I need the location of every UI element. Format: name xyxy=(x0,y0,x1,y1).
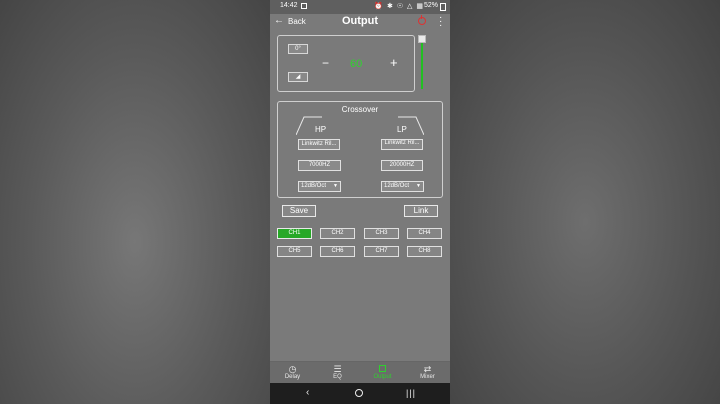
app-header: ← Back Output · · · xyxy=(270,13,450,32)
volume-slider-track[interactable] xyxy=(421,42,423,89)
chevron-down-icon: ▼ xyxy=(416,183,421,189)
bottom-navigation: ◷ Delay ☰ EQ Output ⇄ Mixer xyxy=(270,361,450,384)
lp-frequency-field[interactable]: 20000HZ xyxy=(381,160,423,171)
speaker-icon: ◢ xyxy=(295,74,301,80)
status-bar: 14:42 ⏰ ✱ ☉ △ ▦ 52% xyxy=(270,0,450,14)
channel-button-ch4[interactable]: CH4 xyxy=(407,228,442,239)
system-home-icon[interactable] xyxy=(355,389,363,397)
tab-delay[interactable]: ◷ Delay xyxy=(270,362,315,384)
system-recents-icon[interactable]: ||| xyxy=(406,388,416,398)
lp-label: LP xyxy=(397,125,407,134)
channel-button-ch8[interactable]: CH8 xyxy=(407,246,442,257)
link-button[interactable]: Link xyxy=(404,205,438,217)
lp-slope-value: 12dB/Oct xyxy=(384,183,410,189)
tab-eq-label: EQ xyxy=(333,374,342,380)
channel-button-ch7[interactable]: CH7 xyxy=(364,246,399,257)
battery-percent: 52% xyxy=(423,2,438,9)
crossover-panel: Crossover HP LP Linkwitz Ril... Linkwitz… xyxy=(277,101,443,198)
tab-output-label: Output xyxy=(373,374,392,380)
gallery-notification-icon xyxy=(301,3,307,9)
status-time: 14:42 xyxy=(280,2,298,9)
status-icons: ⏰ ✱ ☉ △ ▦ xyxy=(374,3,424,10)
hp-slope-select[interactable]: 12dB/Oct ▼ xyxy=(298,181,341,192)
chevron-down-icon: ▼ xyxy=(333,183,338,189)
volume-value: 60 xyxy=(350,58,363,70)
tab-mixer[interactable]: ⇄ Mixer xyxy=(405,362,450,384)
phase-button[interactable]: 0° xyxy=(288,44,308,54)
crossover-title: Crossover xyxy=(341,105,379,114)
blurred-background-right xyxy=(450,0,720,404)
volume-increase-button[interactable]: + xyxy=(390,55,398,70)
hp-filter-type-select[interactable]: Linkwitz Ril... xyxy=(298,139,340,150)
hp-frequency-field[interactable]: 7000HZ xyxy=(298,160,341,171)
output-icon xyxy=(360,362,405,374)
lp-filter-type-select[interactable]: Linkwitz Ril... xyxy=(381,139,423,150)
volume-slider-handle[interactable] xyxy=(418,35,426,43)
hp-label: HP xyxy=(315,125,327,134)
hp-slope-value: 12dB/Oct xyxy=(301,183,327,189)
lp-slope-select[interactable]: 12dB/Oct ▼ xyxy=(381,181,424,192)
system-navigation-bar: ‹ ||| xyxy=(270,383,450,404)
volume-decrease-button[interactable]: − xyxy=(322,56,329,70)
volume-panel: 0° ◢ − 60 + xyxy=(277,35,415,92)
tab-mixer-label: Mixer xyxy=(420,374,435,380)
blurred-background-left xyxy=(0,0,270,404)
mute-button[interactable]: ◢ xyxy=(288,72,308,82)
battery-icon xyxy=(440,3,446,11)
tab-eq[interactable]: ☰ EQ xyxy=(315,362,360,384)
tab-output[interactable]: Output xyxy=(360,362,405,384)
power-icon[interactable] xyxy=(418,15,426,25)
sliders-icon: ☰ xyxy=(333,364,342,374)
phone-screen: 14:42 ⏰ ✱ ☉ △ ▦ 52% ← Back Output · · · 0°… xyxy=(270,0,450,404)
clock-icon: ◷ xyxy=(288,364,297,374)
channel-button-ch3[interactable]: CH3 xyxy=(364,228,399,239)
channel-button-ch2[interactable]: CH2 xyxy=(320,228,355,239)
channel-button-ch6[interactable]: CH6 xyxy=(320,246,355,257)
mixer-icon: ⇄ xyxy=(423,364,432,374)
system-back-icon[interactable]: ‹ xyxy=(306,387,309,398)
tab-delay-label: Delay xyxy=(284,374,301,380)
more-menu-icon[interactable]: · · · xyxy=(439,13,442,31)
channel-button-ch5[interactable]: CH5 xyxy=(277,246,312,257)
channel-button-ch1[interactable]: CH1 xyxy=(277,228,312,239)
save-button[interactable]: Save xyxy=(282,205,316,217)
